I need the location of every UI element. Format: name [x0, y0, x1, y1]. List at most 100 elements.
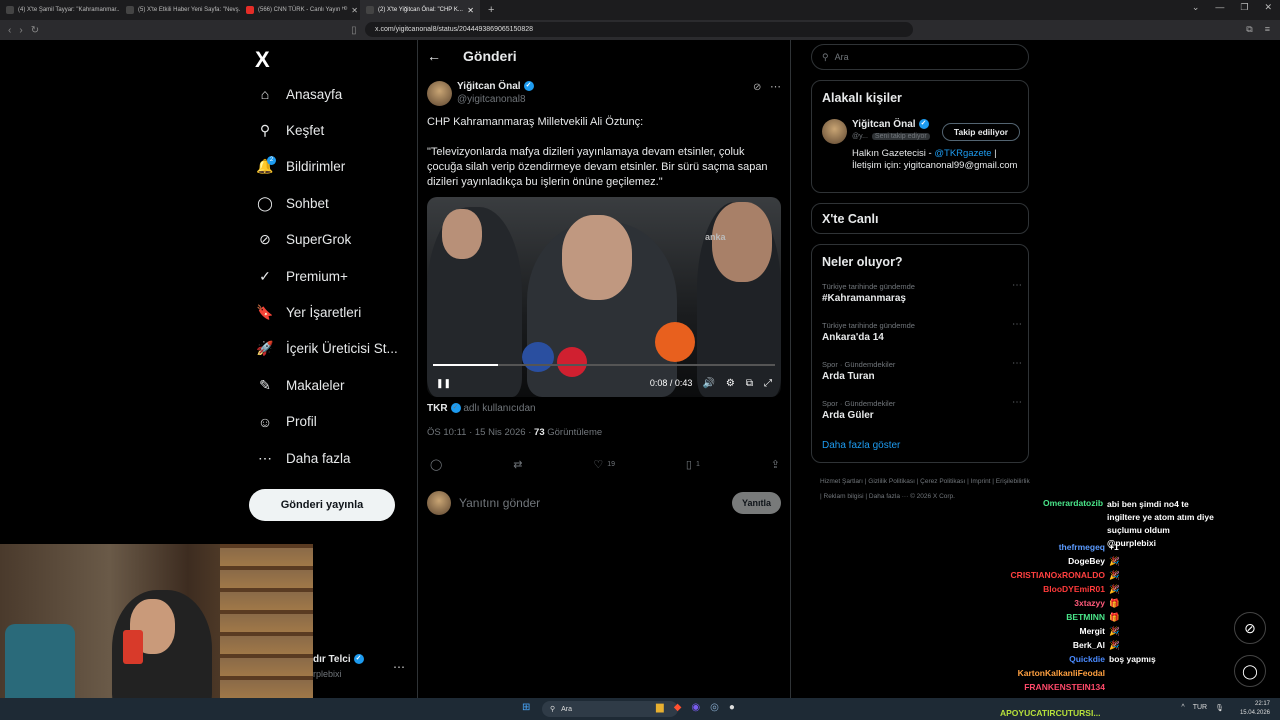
trend-more-icon[interactable]: ⋯: [1012, 280, 1022, 291]
like-button[interactable]: ♡ 19: [593, 458, 615, 471]
grok-icon[interactable]: ⊘: [753, 82, 761, 93]
chat-lines: thefrmegeq +1 DogeBey 🎉 CRISTIANOxRONALDO 🎉 Bl…: [1000, 540, 1215, 708]
sidebar-item-4[interactable]: ⊘ SuperGrok: [257, 231, 351, 248]
search-input[interactable]: ⚲ Ara: [811, 44, 1029, 70]
sidebar-item-0[interactable]: ⌂ Anasayfa: [257, 86, 343, 102]
close-tab-icon[interactable]: ✕: [351, 6, 358, 15]
close-icon[interactable]: ✕: [1264, 2, 1272, 13]
tray-chevron-icon[interactable]: ^: [1181, 704, 1184, 712]
forward-icon[interactable]: ›: [19, 25, 22, 36]
fullscreen-icon[interactable]: ⤢: [764, 378, 772, 389]
author-avatar[interactable]: [427, 81, 452, 106]
author-name[interactable]: Yiğitcan Önal ✓: [457, 81, 534, 92]
restore-icon[interactable]: ❐: [1240, 2, 1248, 13]
live-panel[interactable]: X'te Canlı: [811, 203, 1029, 234]
language-indicator[interactable]: TUR: [1193, 704, 1207, 712]
trend-item[interactable]: Türkiye tarihinde gündemde #Kahramanmaraş…: [822, 280, 1022, 304]
favicon-icon: [366, 6, 374, 14]
sidebar-item-7[interactable]: 🚀 İçerik Üreticisi St...: [256, 340, 397, 357]
home-icon: ⌂: [260, 86, 270, 102]
sidebar-item-6[interactable]: 🔖 Yer İşaretleri: [256, 304, 361, 320]
more-options-icon[interactable]: ⋯: [770, 80, 781, 93]
bio-prefix: Halkın Gazetecisi -: [852, 148, 935, 159]
footer-links[interactable]: Hizmet Şartları | Gizlilik Politikası | …: [820, 474, 1030, 504]
back-arrow-icon[interactable]: ←: [427, 48, 441, 64]
trend-item[interactable]: Türkiye tarihinde gündemde Ankara'da 14 ⋯: [822, 319, 1022, 343]
url-field[interactable]: x.com/yigitcanonal8/status/2044493869065…: [365, 22, 913, 37]
account-switcher-name[interactable]: dır Telci ✓: [313, 654, 364, 665]
post-button[interactable]: Gönderi yayınla: [249, 489, 395, 521]
sidebar-item-1[interactable]: ⚲ Keşfet: [257, 122, 324, 138]
grok-float-button[interactable]: ⊘: [1234, 612, 1266, 644]
trend-more-icon[interactable]: ⋯: [1012, 397, 1022, 408]
search-placeholder: Ara: [834, 52, 849, 62]
browser-tab[interactable]: (2) X'te Yiğitcan Önal: "CHP K... ✕: [360, 0, 480, 20]
trend-item[interactable]: Spor · Gündemdekiler Arda Güler ⋯: [822, 397, 1022, 421]
sidebar-item-5[interactable]: ✓ Premium+: [257, 268, 348, 284]
clock[interactable]: 22:17 15.04.2026: [1240, 700, 1270, 718]
bio-link[interactable]: @TKRgazete: [934, 148, 991, 159]
chat-user: BETMINN: [1066, 612, 1105, 622]
sidebar-item-3[interactable]: ◯ Sohbet: [257, 195, 329, 211]
pip-icon[interactable]: ⧉: [746, 378, 753, 389]
browser-tab[interactable]: (5) X'te Etkili Haber Yeni Sayfa: "Nevş.…: [120, 0, 240, 20]
author-handle[interactable]: @yigitcanonal8: [457, 94, 526, 105]
share-icon: ⇪: [770, 459, 780, 471]
post-timestamp[interactable]: ÖS 10:11 · 15 Nis 2026 ·: [427, 427, 531, 438]
sidebar-item-9[interactable]: ☺ Profil: [257, 414, 317, 430]
favicon-icon: [126, 6, 134, 14]
settings-icon[interactable]: ⚙: [726, 378, 735, 389]
folder-icon[interactable]: ▆: [656, 702, 664, 713]
sidebar-item-8[interactable]: ✎ Makaleler: [257, 377, 344, 393]
reply-submit-button[interactable]: Yanıtla: [731, 492, 781, 514]
search-icon: ⚲: [550, 706, 556, 713]
favicon-icon: [6, 6, 14, 14]
pause-icon[interactable]: ❚❚: [436, 378, 451, 389]
minimize-icon[interactable]: —: [1215, 2, 1224, 13]
new-tab-icon[interactable]: +: [480, 4, 502, 16]
chat-line: BETMINN 🎁: [1000, 610, 1215, 624]
mic-icon[interactable]: 🎙: [1215, 704, 1224, 712]
volume-icon[interactable]: 🔊: [702, 378, 714, 389]
chat-ticker: APOYUCATIRCUTURSI...: [1000, 708, 1101, 718]
related-name[interactable]: Yiğitcan Önal ✓: [852, 119, 929, 130]
bookmark-count: 1: [695, 461, 700, 468]
trend-more-icon[interactable]: ⋯: [1012, 358, 1022, 369]
chat-line: Berk_Al 🎉: [1000, 638, 1215, 652]
trend-more-icon[interactable]: ⋯: [1012, 319, 1022, 330]
reply-input[interactable]: Yanıtını gönder: [459, 496, 540, 510]
related-avatar[interactable]: [822, 119, 847, 144]
browser-tab[interactable]: (566) CNN TÜRK - Canlı Yayın ᴴᴰ ✕: [240, 0, 360, 20]
share-button[interactable]: ⇪: [771, 458, 780, 471]
sidebar-item-10[interactable]: ⋯ Daha fazla: [257, 450, 351, 466]
messages-float-button[interactable]: ◯: [1234, 655, 1266, 687]
post-header: ← Gönderi: [427, 48, 517, 64]
video-progress-bar[interactable]: [433, 364, 775, 366]
chat-message: 🎁: [1109, 597, 1120, 608]
notification-badge: 2: [267, 156, 276, 165]
back-icon[interactable]: ‹: [8, 25, 11, 36]
trend-item[interactable]: Spor · Gündemdekiler Arda Turan ⋯: [822, 358, 1022, 382]
extensions-icon[interactable]: ⧉: [1246, 24, 1252, 35]
obs-icon[interactable]: ●: [729, 702, 735, 713]
reply-button[interactable]: ◯: [430, 458, 442, 471]
steam-icon[interactable]: ◎: [710, 702, 719, 713]
windows-icon[interactable]: ⊞: [522, 702, 530, 713]
following-button[interactable]: Takip ediliyor: [942, 123, 1020, 141]
account-more-icon[interactable]: ⋯: [393, 660, 405, 674]
bookmark-button[interactable]: ▯ 1: [686, 458, 700, 471]
chat-user: Omerardatozib: [1043, 498, 1104, 508]
repost-button[interactable]: ⇄: [513, 458, 522, 471]
close-tab-icon[interactable]: ✕: [467, 6, 474, 15]
menu-icon[interactable]: ≡: [1265, 24, 1270, 35]
x-logo[interactable]: X: [255, 47, 270, 73]
browser-tab[interactable]: (4) X'te Şamil Tayyar: "Kahramanmar...✕: [0, 0, 120, 20]
bookmark-page-icon[interactable]: ▯: [351, 25, 357, 36]
chevron-down-icon[interactable]: ⌄: [1192, 2, 1200, 13]
source-name[interactable]: TKR: [427, 403, 448, 414]
discord-icon[interactable]: ◉: [691, 702, 700, 713]
show-more-link[interactable]: Daha fazla göster: [822, 440, 900, 451]
reload-icon[interactable]: ↻: [31, 25, 39, 36]
video-player[interactable]: anka ❚❚ 0:08 / 0:43 🔊 ⚙ ⧉ ⤢: [427, 197, 781, 397]
brave-icon[interactable]: ◆: [674, 702, 682, 713]
